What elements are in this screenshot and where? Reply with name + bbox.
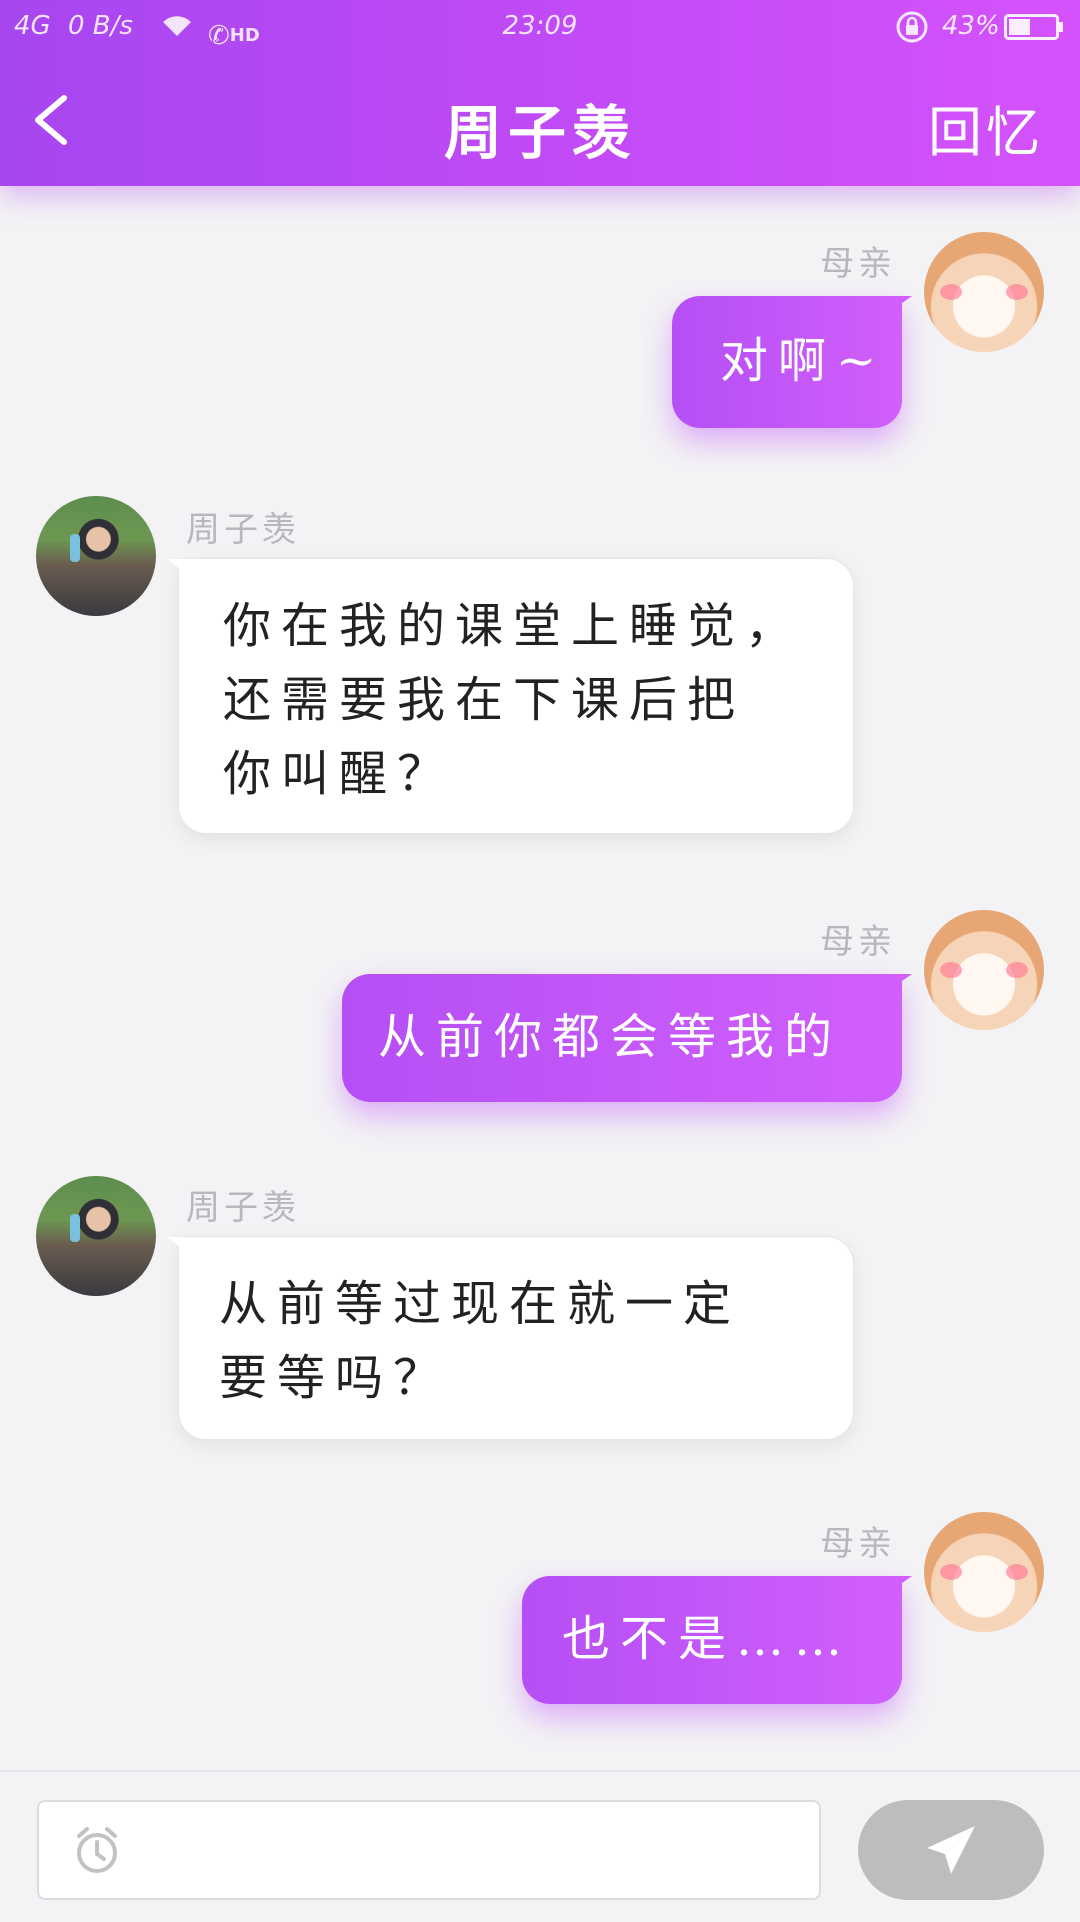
battery-icon [1004, 14, 1063, 40]
paper-plane-icon [927, 1826, 975, 1874]
recall-button[interactable]: 回忆 [928, 88, 1044, 167]
avatar-mother[interactable] [924, 232, 1044, 352]
sender-name: 母亲 [820, 922, 896, 962]
message-bubble[interactable]: 从前你都会等我的 [342, 974, 912, 1102]
sender-name: 周子羡 [186, 510, 300, 550]
battery-percent: 43% [942, 11, 1000, 41]
rotation-lock-icon [896, 11, 928, 43]
composer-bar [0, 1770, 1080, 1922]
status-bar: 4G 0 B/s ✆HD 23:09 43% [0, 0, 1080, 52]
app-header: 4G 0 B/s ✆HD 23:09 43% 周子羡 回忆 [0, 0, 1080, 186]
sender-name: 周子羡 [186, 1188, 300, 1228]
alarm-clock-icon[interactable] [73, 1826, 121, 1876]
message-bubble[interactable]: 从前等过现在就一定 要等吗？ [167, 1236, 854, 1440]
sender-name: 母亲 [820, 244, 896, 284]
send-button[interactable] [858, 1800, 1044, 1900]
chat-title: 周子羡 [443, 99, 636, 167]
avatar-zhou-zixian[interactable] [36, 1176, 156, 1296]
message-bubble[interactable]: 你在我的课堂上睡觉， 还需要我在下课后把 你叫醒？ [167, 558, 854, 834]
message-bubble[interactable]: 也不是…… [522, 1576, 912, 1704]
avatar-mother[interactable] [924, 910, 1044, 1030]
message-bubble[interactable]: 对啊~ [672, 296, 912, 428]
avatar-mother[interactable] [924, 1512, 1044, 1632]
avatar-zhou-zixian[interactable] [36, 496, 156, 616]
sender-name: 母亲 [820, 1524, 896, 1564]
message-input[interactable] [37, 1800, 821, 1900]
